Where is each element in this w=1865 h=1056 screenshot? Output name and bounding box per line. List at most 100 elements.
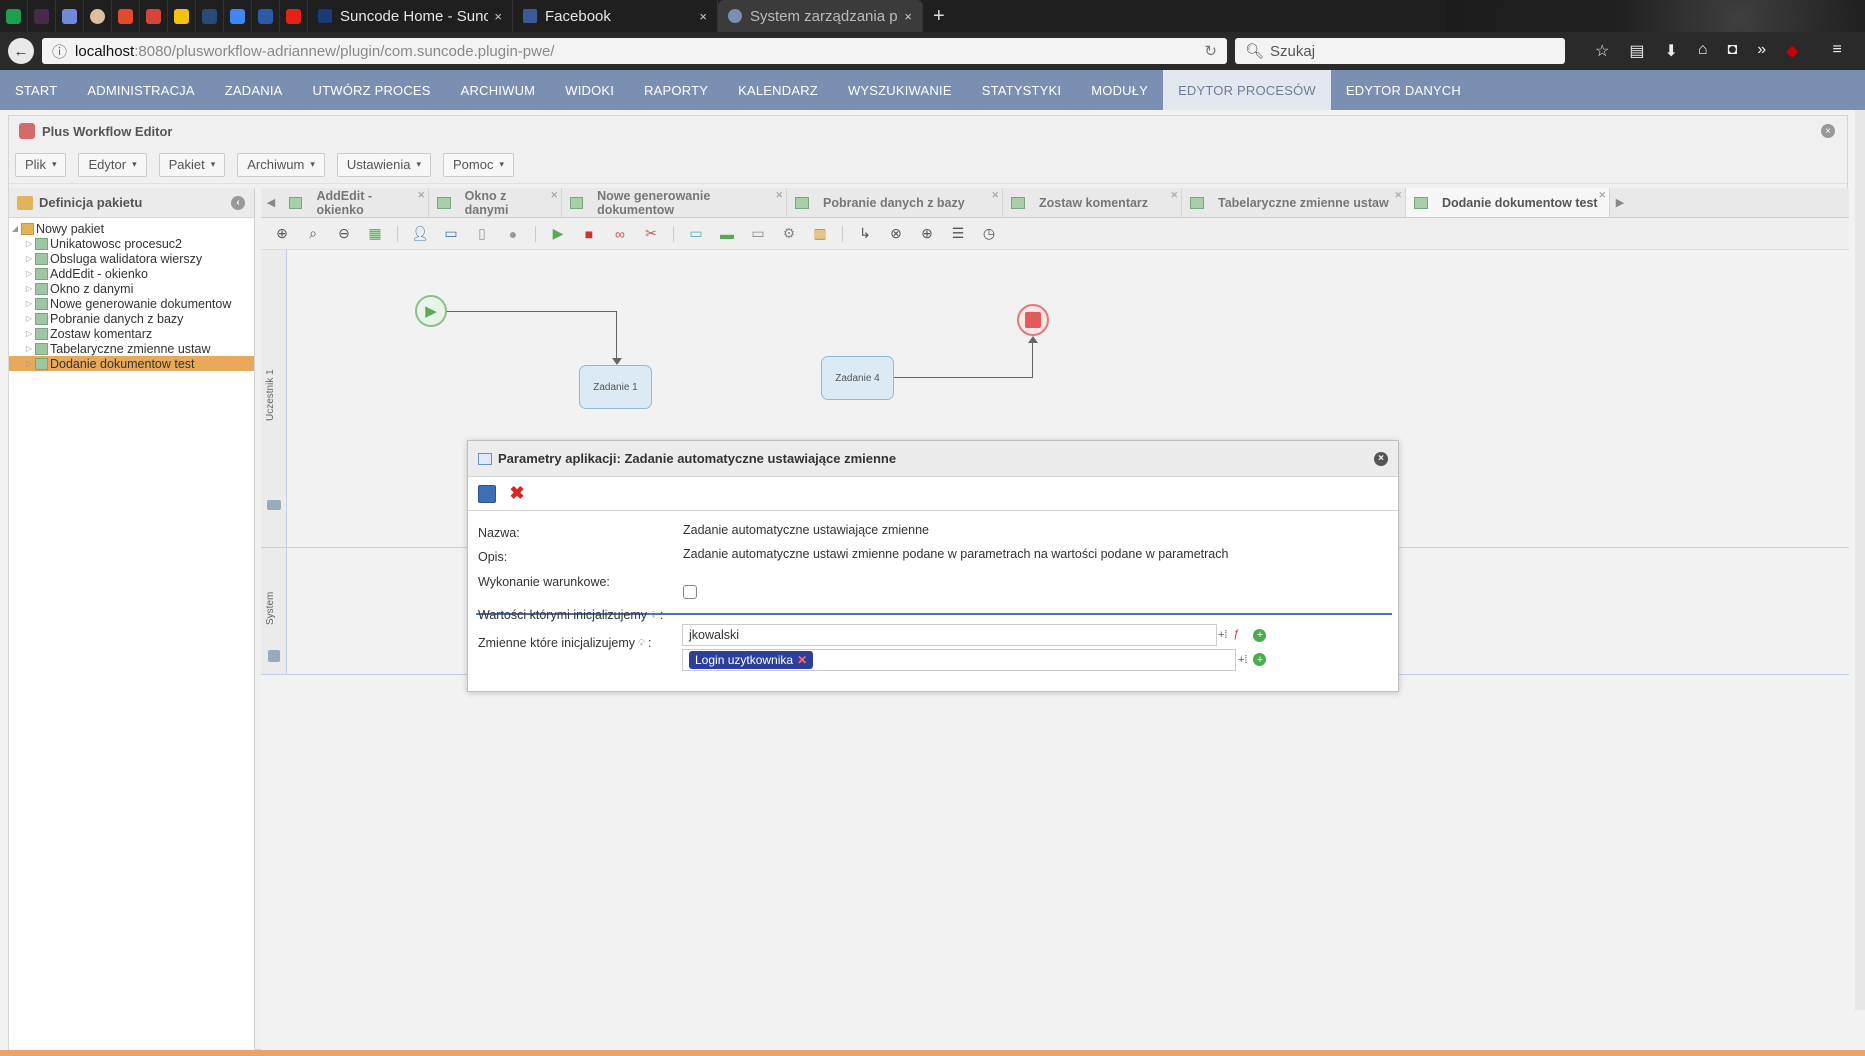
pinned-tab[interactable] [196,0,224,32]
transition-line[interactable] [616,311,617,364]
remove-tag-icon[interactable]: ✕ [797,653,807,667]
ublock-icon[interactable]: ◆ [1786,41,1798,61]
tree-item-selected[interactable]: ▷ Dodanie dokumentow test [9,356,254,371]
menu-kalendarz[interactable]: KALENDARZ [723,70,833,110]
bookmark-star-icon[interactable]: ☆ [1595,41,1609,61]
pinned-tab[interactable] [112,0,140,32]
reading-list-icon[interactable]: ▤ [1629,41,1644,61]
expand-arrow-icon[interactable]: ▷ [23,359,35,368]
transition-line[interactable] [447,311,616,312]
expand-arrow-icon[interactable]: ▷ [23,329,35,338]
expand-arrow-icon[interactable]: ◢ [9,224,21,233]
menu-administracja[interactable]: ADMINISTRACJA [72,70,209,110]
participant-icon[interactable]: 👤︎ [411,225,429,243]
menu-pomoc[interactable]: Pomoc [443,152,514,177]
subprocess-icon[interactable]: ▬ [718,225,736,243]
help-bulb-icon[interactable]: 💡︎ [638,638,645,649]
tab-process[interactable]: AddEdit - okienko ✕ [281,188,429,217]
menu-pakiet[interactable]: Pakiet [158,152,226,177]
menu-utworz-proces[interactable]: UTWÓRZ PROCES [298,70,446,110]
more-tools-icon[interactable]: » [1757,41,1766,61]
end-event[interactable] [1017,304,1049,336]
pinned-tab[interactable] [252,0,280,32]
end-event-icon[interactable]: ■ [580,225,598,243]
home-icon[interactable]: ⌂ [1698,41,1708,61]
editor-close-icon[interactable]: × [1821,124,1835,138]
expand-arrow-icon[interactable]: ▷ [23,314,35,323]
transition-line[interactable] [1032,342,1033,378]
browser-tab-system[interactable]: System zarządzania pr × [718,0,923,32]
url-bar[interactable]: ⓘ localhost :8080/plusworkflow-adriannew… [42,38,1227,64]
expand-arrow-icon[interactable]: ▷ [23,254,35,263]
expand-arrow-icon[interactable]: ▷ [23,239,35,248]
xor-gateway-icon[interactable]: ⊗ [887,225,905,243]
reload-icon[interactable]: ↻ [1204,42,1217,60]
tree-item[interactable]: ▷ Zostaw komentarz [9,326,254,341]
variables-input[interactable]: Login uzytkownika ✕ [682,649,1236,671]
list-icon[interactable]: ☰ [949,225,967,243]
tab-close-icon[interactable]: ✕ [1598,190,1606,201]
add-value-icon[interactable]: + [1253,628,1267,642]
tree-item[interactable]: ▷ AddEdit - okienko [9,266,254,281]
scroll-tabs-right-icon[interactable]: ▶ [1610,188,1630,217]
new-tab-button[interactable]: + [933,5,945,28]
back-button[interactable]: ← [8,38,34,64]
pinned-tab[interactable] [280,0,308,32]
menu-edytor-procesow[interactable]: EDYTOR PROCESÓW [1163,70,1331,110]
menu-start[interactable]: START [0,70,72,110]
menu-zadania[interactable]: ZADANIA [210,70,298,110]
pinned-tab[interactable] [28,0,56,32]
zoom-reset-icon[interactable]: ⌕ [304,225,322,243]
pocket-icon[interactable]: ◘ [1728,41,1738,61]
menu-statystyki[interactable]: STATYSTYKI [967,70,1077,110]
menu-edytor-danych[interactable]: EDYTOR DANYCH [1331,70,1476,110]
menu-archiwum[interactable]: ARCHIWUM [446,70,551,110]
tree-item[interactable]: ▷ Nowe generowanie dokumentow [9,296,254,311]
tab-process[interactable]: Okno z danymi ✕ [429,188,562,217]
tab-process-active[interactable]: Dodanie dokumentow test ✕ [1406,188,1610,217]
tree-item[interactable]: ▷ Obsluga walidatora wierszy [9,251,254,266]
help-bulb-icon[interactable]: 💡︎ [650,610,657,621]
page-scrollbar[interactable] [1855,110,1865,1010]
clock-icon[interactable]: ◷ [980,225,998,243]
variable-tag[interactable]: Login uzytkownika ✕ [689,651,814,669]
expand-arrow-icon[interactable]: ▷ [23,344,35,353]
link-icon[interactable]: ∞ [611,225,629,243]
menu-archiwum-editor[interactable]: Archiwum [237,152,325,177]
task-icon[interactable]: ▭ [687,225,705,243]
tree-item[interactable]: ▷ Tabelaryczne zmienne ustaw [9,341,254,356]
database-icon[interactable]: ▯ [473,225,491,243]
user-group-icon[interactable]: ● [504,225,522,243]
tool-icon[interactable]: ⚙ [780,225,798,243]
pinned-tab[interactable] [168,0,196,32]
start-event-icon[interactable]: ▶ [549,225,567,243]
info-icon[interactable]: ⓘ [52,41,67,62]
zoom-out-icon[interactable]: ⊖ [335,225,353,243]
tab-close-icon[interactable]: × [494,9,502,24]
tree-root[interactable]: ◢ Nowy pakiet [9,221,254,236]
unlink-icon[interactable]: ✂ [642,225,660,243]
table-icon[interactable]: ▥ [811,225,829,243]
tab-close-icon[interactable]: ✕ [775,190,783,201]
transition-icon[interactable]: ↳ [856,225,874,243]
expand-arrow-icon[interactable]: ▷ [23,284,35,293]
pinned-tab[interactable] [140,0,168,32]
download-icon[interactable]: ⬇ [1664,41,1677,61]
tree-item[interactable]: ▷ Unikatowosc procesuc2 [9,236,254,251]
tab-close-icon[interactable]: × [904,9,912,24]
and-gateway-icon[interactable]: ⊕ [918,225,936,243]
menu-icon[interactable]: ≡ [1832,41,1841,61]
tab-process[interactable]: Zostaw komentarz ✕ [1003,188,1182,217]
pinned-tab[interactable] [0,0,28,32]
menu-ustawienia[interactable]: Ustawienia [336,152,431,177]
menu-edytor[interactable]: Edytor [78,152,147,177]
tab-close-icon[interactable]: ✕ [550,190,558,201]
variable-picker-icon[interactable]: +⁞ [1238,654,1247,666]
tab-close-icon[interactable]: ✕ [1394,190,1402,201]
add-variable-icon[interactable]: + [1253,653,1267,666]
menu-wyszukiwanie[interactable]: WYSZUKIWANIE [833,70,967,110]
menu-plik[interactable]: Plik [15,152,67,177]
tree-item[interactable]: ▷ Okno z danymi [9,281,254,296]
transition-line[interactable] [894,377,1033,378]
search-input[interactable]: 🔍︎ Szukaj [1235,38,1565,64]
